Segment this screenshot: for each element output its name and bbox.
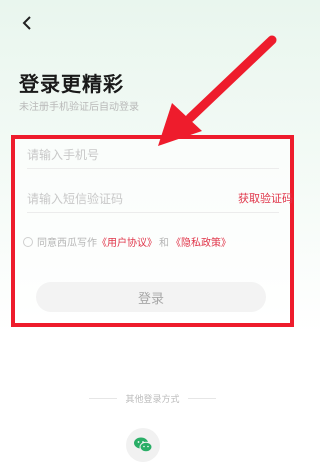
wechat-login-button[interactable]: [126, 428, 160, 462]
divider-line-left: [89, 398, 118, 399]
divider-line-right: [187, 398, 216, 399]
other-login-divider: 其他登录方式: [0, 392, 305, 405]
wechat-icon: [134, 437, 153, 453]
other-login-label: 其他登录方式: [125, 395, 180, 405]
